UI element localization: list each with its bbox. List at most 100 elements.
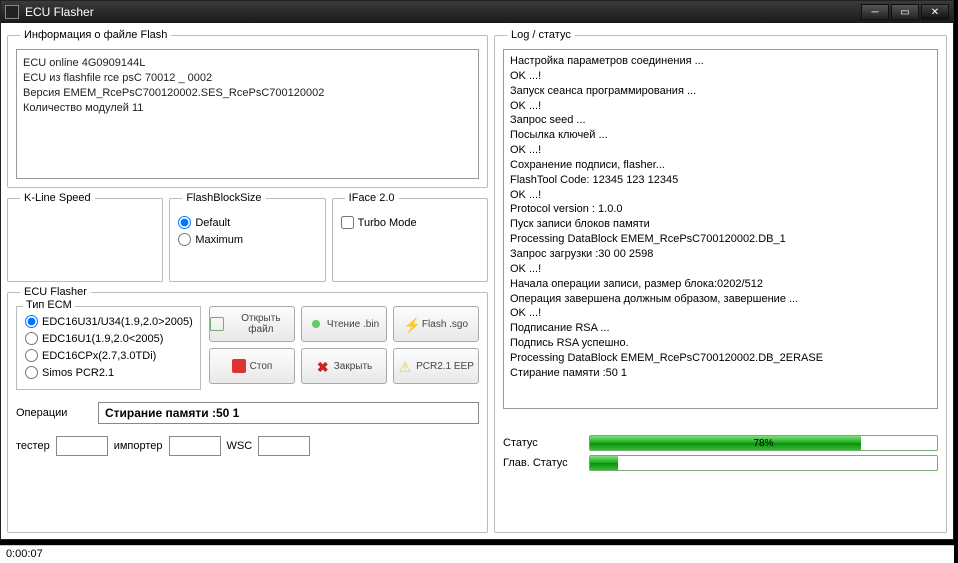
flash-info-line: Версия EMEM_RcePsC700120002.SES_RcePsC70… [23, 86, 472, 101]
log-line: Подпись RSA успешно. [510, 336, 931, 351]
ecm-type-group: Тип ECM EDC16U31/U34(1.9,2.0>2005) EDC16… [16, 306, 201, 390]
main-status-progress [589, 455, 938, 471]
log-line: Сохранение подписи, flasher... [510, 158, 931, 173]
main-status-label: Глав. Статус [503, 457, 579, 469]
log-line: OK ...! [510, 262, 931, 277]
close-icon: ✖ [316, 359, 330, 373]
fbs-default-radio[interactable]: Default [178, 216, 316, 229]
log-line: FlashTool Code: 12345 123 12345 [510, 173, 931, 188]
iface-legend: IFace 2.0 [345, 192, 399, 204]
log-line: Запуск сеанса программирования ... [510, 84, 931, 99]
ecu-flasher-group: ECU Flasher Тип ECM EDC16U31/U34(1.9,2.0… [7, 286, 488, 533]
open-file-button[interactable]: Открыть файл [209, 306, 295, 342]
stop-label: Стоп [250, 361, 273, 372]
status-percent: 78% [590, 436, 937, 451]
ecuflasher-legend: ECU Flasher [20, 286, 91, 298]
log-line: Начала операции записи, размер блока:020… [510, 277, 931, 292]
ecm-option-0[interactable]: EDC16U31/U34(1.9,2.0>2005) [25, 315, 192, 328]
ecm-radio-0[interactable] [25, 315, 38, 328]
operation-field: Стирание памяти :50 1 [98, 402, 479, 424]
pcr-eep-button[interactable]: ⚠ PCR2.1 EEP [393, 348, 479, 384]
minimize-button[interactable]: ─ [861, 4, 889, 20]
status-progress: 78% [589, 435, 938, 451]
log-line: Настройка параметров соединения ... [510, 54, 931, 69]
close-label: Закрыть [334, 361, 373, 372]
log-line: Запрос seed ... [510, 113, 931, 128]
fbs-max-label: Maximum [195, 234, 243, 246]
titlebar[interactable]: ECU Flasher ─ ▭ ✕ [1, 1, 953, 23]
log-group: Log / статус Настройка параметров соедин… [494, 29, 947, 533]
read-icon [309, 317, 323, 331]
flash-sgo-label: Flash .sgo [422, 319, 468, 330]
wsc-label: WSC [227, 440, 253, 452]
stop-icon [232, 359, 246, 373]
log-line: Посылка ключей ... [510, 128, 931, 143]
kline-speed-group: K-Line Speed [7, 192, 163, 282]
close-button[interactable]: ✖ Закрыть [301, 348, 387, 384]
log-line: OK ...! [510, 188, 931, 203]
ecm-option-2[interactable]: EDC16CPx(2.7,3.0TDi) [25, 349, 192, 362]
app-icon [5, 5, 19, 19]
left-panel: Информация о файле Flash ECU online 4G09… [7, 29, 488, 533]
stop-button[interactable]: Стоп [209, 348, 295, 384]
operation-label: Операции [16, 407, 88, 419]
importer-label: импортер [114, 440, 163, 452]
settings-row: K-Line Speed FlashBlockSize Default Maxi… [7, 192, 488, 282]
flash-info-legend: Информация о файле Flash [20, 29, 171, 41]
fbs-max-input[interactable] [178, 233, 191, 246]
turbo-mode-check[interactable]: Turbo Mode [341, 216, 479, 229]
read-bin-label: Чтение .bin [327, 319, 379, 330]
window-title: ECU Flasher [25, 5, 861, 19]
flash-info-box: ECU online 4G0909144L ECU из flashfile r… [16, 49, 479, 179]
ecm-label-0: EDC16U31/U34(1.9,2.0>2005) [42, 316, 193, 328]
fbs-default-input[interactable] [178, 216, 191, 229]
log-line: Операция завершена должным образом, заве… [510, 292, 931, 307]
log-line: Processing DataBlock EMEM_RcePsC70012000… [510, 232, 931, 247]
ecm-label-1: EDC16U1(1.9,2.0<2005) [42, 333, 163, 345]
flash-info-line: ECU из flashfile rce psC 70012 _ 0002 [23, 71, 472, 86]
wsc-field[interactable] [258, 436, 310, 456]
flash-sgo-button[interactable]: ⚡ Flash .sgo [393, 306, 479, 342]
ecm-option-1[interactable]: EDC16U1(1.9,2.0<2005) [25, 332, 192, 345]
read-bin-button[interactable]: Чтение .bin [301, 306, 387, 342]
log-line: OK ...! [510, 69, 931, 84]
ecm-radio-3[interactable] [25, 366, 38, 379]
flash-icon: ⚡ [404, 317, 418, 331]
log-line: OK ...! [510, 306, 931, 321]
iface-group: IFace 2.0 Turbo Mode [332, 192, 488, 282]
main-window: ECU Flasher ─ ▭ ✕ Информация о файле Fla… [0, 0, 954, 540]
turbo-mode-input[interactable] [341, 216, 354, 229]
elapsed-time: 0:00:07 [6, 548, 43, 560]
warning-icon: ⚠ [398, 359, 412, 373]
document-icon [210, 317, 224, 331]
log-legend: Log / статус [507, 29, 575, 41]
kline-legend: K-Line Speed [20, 192, 95, 204]
close-window-button[interactable]: ✕ [921, 4, 949, 20]
log-line: Подписание RSA ... [510, 321, 931, 336]
flash-info-line: Количество модулей 11 [23, 101, 472, 116]
main-status-fill [590, 456, 618, 470]
ecm-radio-1[interactable] [25, 332, 38, 345]
importer-field[interactable] [169, 436, 221, 456]
log-line: Запрос загрузки :30 00 2598 [510, 247, 931, 262]
maximize-button[interactable]: ▭ [891, 4, 919, 20]
log-line: OK ...! [510, 143, 931, 158]
fbs-max-radio[interactable]: Maximum [178, 233, 316, 246]
flash-info-line: ECU online 4G0909144L [23, 56, 472, 71]
ecm-radio-2[interactable] [25, 349, 38, 362]
turbo-mode-label: Turbo Mode [358, 217, 417, 229]
log-line: Пуск записи блоков памяти [510, 217, 931, 232]
log-line: Protocol version : 1.0.0 [510, 202, 931, 217]
action-buttons: Открыть файл Стоп Чтение .bin [209, 306, 479, 390]
log-text[interactable]: Настройка параметров соединения ...OK ..… [503, 49, 938, 409]
ecm-label-3: Simos PCR2.1 [42, 367, 114, 379]
fbs-default-label: Default [195, 217, 230, 229]
open-file-label: Открыть файл [228, 313, 294, 335]
ecm-type-legend: Тип ECM [23, 299, 75, 311]
flash-block-size-group: FlashBlockSize Default Maximum [169, 192, 325, 282]
log-line: Стирание памяти :50 1 [510, 366, 931, 381]
ecm-option-3[interactable]: Simos PCR2.1 [25, 366, 192, 379]
tester-field[interactable] [56, 436, 108, 456]
content-area: Информация о файле Flash ECU online 4G09… [1, 23, 953, 539]
tester-label: тестер [16, 440, 50, 452]
